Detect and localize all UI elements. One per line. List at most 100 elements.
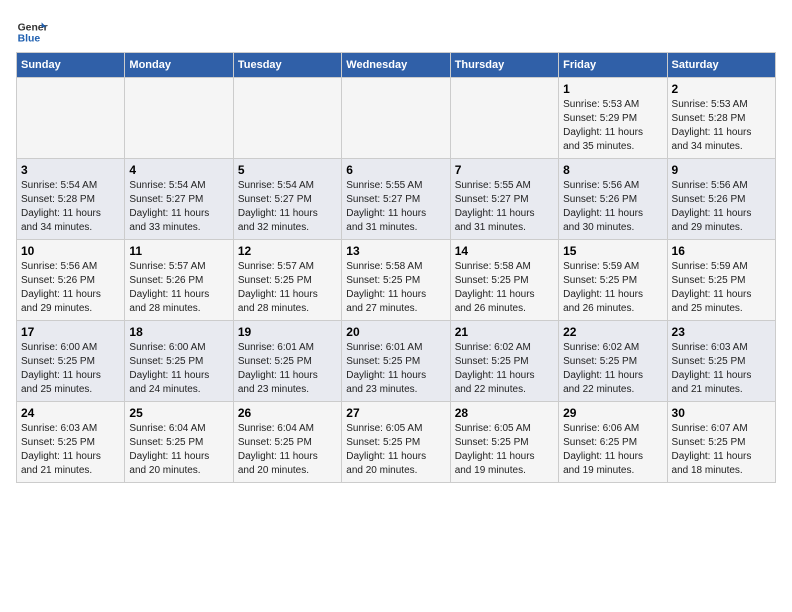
day-number: 4 bbox=[129, 163, 228, 177]
day-info: Sunrise: 5:54 AM Sunset: 5:27 PM Dayligh… bbox=[129, 179, 228, 235]
day-info: Sunrise: 6:00 AM Sunset: 5:25 PM Dayligh… bbox=[129, 341, 228, 397]
calendar-cell: 18 Sunrise: 6:00 AM Sunset: 5:25 PM Dayli… bbox=[125, 321, 233, 402]
day-number: 1 bbox=[563, 82, 662, 96]
day-info: Sunrise: 6:00 AM Sunset: 5:25 PM Dayligh… bbox=[21, 341, 120, 397]
calendar-week-row: 17Sunrise: 6:00 AM Sunset: 5:25 PM Dayli… bbox=[17, 321, 776, 402]
day-number: 28 bbox=[455, 406, 554, 420]
calendar-cell: 7Sunrise: 5:55 AM Sunset: 5:27 PM Daylig… bbox=[450, 159, 558, 240]
calendar-cell: 24Sunrise: 6:03 AM Sunset: 5:25 PM Dayli… bbox=[17, 402, 125, 483]
day-info: Sunrise: 6:06 AM Sunset: 6:25 PM Dayligh… bbox=[563, 422, 662, 478]
day-info: Sunrise: 5:57 AM Sunset: 5:25 PM Dayligh… bbox=[238, 260, 337, 316]
day-number: 10 bbox=[21, 244, 120, 258]
day-info: Sunrise: 6:04 AM Sunset: 5:25 PM Dayligh… bbox=[129, 422, 228, 478]
calendar-cell: 12 Sunrise: 5:57 AM Sunset: 5:25 PM Dayli… bbox=[233, 240, 341, 321]
calendar-cell bbox=[125, 78, 233, 159]
day-info: Sunrise: 5:55 AM Sunset: 5:27 PM Dayligh… bbox=[346, 179, 445, 235]
weekday-header: Monday bbox=[125, 53, 233, 78]
day-info: Sunrise: 5:55 AM Sunset: 5:27 PM Dayligh… bbox=[455, 179, 554, 235]
day-info: Sunrise: 5:54 AM Sunset: 5:27 PM Dayligh… bbox=[238, 179, 337, 235]
calendar-cell: 9 Sunrise: 5:56 AM Sunset: 5:26 PM Daylig… bbox=[667, 159, 775, 240]
calendar-cell: 16 Sunrise: 5:59 AM Sunset: 5:25 PM Dayli… bbox=[667, 240, 775, 321]
logo-icon: General Blue bbox=[16, 16, 48, 48]
day-info: Sunrise: 6:01 AM Sunset: 5:25 PM Dayligh… bbox=[346, 341, 445, 397]
day-number: 8 bbox=[563, 163, 662, 177]
calendar-cell bbox=[17, 78, 125, 159]
calendar-cell: 4 Sunrise: 5:54 AM Sunset: 5:27 PM Daylig… bbox=[125, 159, 233, 240]
day-number: 13 bbox=[346, 244, 445, 258]
day-info: Sunrise: 5:53 AM Sunset: 5:29 PM Dayligh… bbox=[563, 98, 662, 154]
day-info: Sunrise: 6:01 AM Sunset: 5:25 PM Dayligh… bbox=[238, 341, 337, 397]
calendar-cell: 8 Sunrise: 5:56 AM Sunset: 5:26 PM Daylig… bbox=[559, 159, 667, 240]
logo: General Blue bbox=[16, 16, 48, 48]
day-info: Sunrise: 5:58 AM Sunset: 5:25 PM Dayligh… bbox=[455, 260, 554, 316]
day-info: Sunrise: 5:56 AM Sunset: 5:26 PM Dayligh… bbox=[563, 179, 662, 235]
svg-text:General: General bbox=[18, 22, 48, 33]
calendar-cell: 30 Sunrise: 6:07 AM Sunset: 5:25 PM Dayli… bbox=[667, 402, 775, 483]
day-info: Sunrise: 6:04 AM Sunset: 5:25 PM Dayligh… bbox=[238, 422, 337, 478]
calendar-cell bbox=[342, 78, 450, 159]
calendar-cell: 2 Sunrise: 5:53 AM Sunset: 5:28 PM Daylig… bbox=[667, 78, 775, 159]
day-info: Sunrise: 6:03 AM Sunset: 5:25 PM Dayligh… bbox=[672, 341, 771, 397]
calendar-cell: 6 Sunrise: 5:55 AM Sunset: 5:27 PM Daylig… bbox=[342, 159, 450, 240]
calendar-cell: 20 Sunrise: 6:01 AM Sunset: 5:25 PM Dayli… bbox=[342, 321, 450, 402]
day-number: 2 bbox=[672, 82, 771, 96]
day-number: 21 bbox=[455, 325, 554, 339]
day-number: 6 bbox=[346, 163, 445, 177]
day-number: 19 bbox=[238, 325, 337, 339]
weekday-header: Saturday bbox=[667, 53, 775, 78]
calendar-cell: 27 Sunrise: 6:05 AM Sunset: 5:25 PM Dayli… bbox=[342, 402, 450, 483]
calendar-cell: 3Sunrise: 5:54 AM Sunset: 5:28 PM Daylig… bbox=[17, 159, 125, 240]
day-number: 25 bbox=[129, 406, 228, 420]
calendar-week-row: 3Sunrise: 5:54 AM Sunset: 5:28 PM Daylig… bbox=[17, 159, 776, 240]
weekday-header-row: SundayMondayTuesdayWednesdayThursdayFrid… bbox=[17, 53, 776, 78]
day-number: 12 bbox=[238, 244, 337, 258]
calendar-cell: 14 Sunrise: 5:58 AM Sunset: 5:25 PM Dayli… bbox=[450, 240, 558, 321]
day-number: 24 bbox=[21, 406, 120, 420]
day-info: Sunrise: 5:59 AM Sunset: 5:25 PM Dayligh… bbox=[672, 260, 771, 316]
day-info: Sunrise: 6:07 AM Sunset: 5:25 PM Dayligh… bbox=[672, 422, 771, 478]
day-number: 26 bbox=[238, 406, 337, 420]
day-number: 23 bbox=[672, 325, 771, 339]
day-number: 18 bbox=[129, 325, 228, 339]
calendar-week-row: 10Sunrise: 5:56 AM Sunset: 5:26 PM Dayli… bbox=[17, 240, 776, 321]
calendar-cell: 11 Sunrise: 5:57 AM Sunset: 5:26 PM Dayli… bbox=[125, 240, 233, 321]
day-number: 9 bbox=[672, 163, 771, 177]
weekday-header: Tuesday bbox=[233, 53, 341, 78]
day-number: 30 bbox=[672, 406, 771, 420]
day-number: 27 bbox=[346, 406, 445, 420]
weekday-header: Wednesday bbox=[342, 53, 450, 78]
day-info: Sunrise: 6:02 AM Sunset: 5:25 PM Dayligh… bbox=[563, 341, 662, 397]
day-info: Sunrise: 5:59 AM Sunset: 5:25 PM Dayligh… bbox=[563, 260, 662, 316]
weekday-header: Sunday bbox=[17, 53, 125, 78]
calendar-cell: 19 Sunrise: 6:01 AM Sunset: 5:25 PM Dayli… bbox=[233, 321, 341, 402]
calendar-cell: 25 Sunrise: 6:04 AM Sunset: 5:25 PM Dayli… bbox=[125, 402, 233, 483]
calendar-cell: 29 Sunrise: 6:06 AM Sunset: 6:25 PM Dayli… bbox=[559, 402, 667, 483]
weekday-header: Friday bbox=[559, 53, 667, 78]
calendar-cell: 1 Sunrise: 5:53 AM Sunset: 5:29 PM Daylig… bbox=[559, 78, 667, 159]
calendar-cell: 23 Sunrise: 6:03 AM Sunset: 5:25 PM Dayli… bbox=[667, 321, 775, 402]
day-number: 11 bbox=[129, 244, 228, 258]
calendar-cell: 5 Sunrise: 5:54 AM Sunset: 5:27 PM Daylig… bbox=[233, 159, 341, 240]
day-number: 22 bbox=[563, 325, 662, 339]
calendar-cell: 21Sunrise: 6:02 AM Sunset: 5:25 PM Dayli… bbox=[450, 321, 558, 402]
day-number: 14 bbox=[455, 244, 554, 258]
calendar-cell: 15Sunrise: 5:59 AM Sunset: 5:25 PM Dayli… bbox=[559, 240, 667, 321]
day-number: 29 bbox=[563, 406, 662, 420]
day-number: 3 bbox=[21, 163, 120, 177]
day-info: Sunrise: 5:56 AM Sunset: 5:26 PM Dayligh… bbox=[672, 179, 771, 235]
day-number: 16 bbox=[672, 244, 771, 258]
calendar-cell: 17Sunrise: 6:00 AM Sunset: 5:25 PM Dayli… bbox=[17, 321, 125, 402]
day-info: Sunrise: 5:53 AM Sunset: 5:28 PM Dayligh… bbox=[672, 98, 771, 154]
calendar-cell: 28 Sunrise: 6:05 AM Sunset: 5:25 PM Dayli… bbox=[450, 402, 558, 483]
day-info: Sunrise: 6:05 AM Sunset: 5:25 PM Dayligh… bbox=[455, 422, 554, 478]
day-number: 20 bbox=[346, 325, 445, 339]
day-info: Sunrise: 5:57 AM Sunset: 5:26 PM Dayligh… bbox=[129, 260, 228, 316]
calendar-table: SundayMondayTuesdayWednesdayThursdayFrid… bbox=[16, 52, 776, 483]
day-number: 5 bbox=[238, 163, 337, 177]
calendar-cell: 22 Sunrise: 6:02 AM Sunset: 5:25 PM Dayli… bbox=[559, 321, 667, 402]
calendar-cell bbox=[450, 78, 558, 159]
day-info: Sunrise: 5:58 AM Sunset: 5:25 PM Dayligh… bbox=[346, 260, 445, 316]
svg-text:Blue: Blue bbox=[18, 34, 41, 45]
day-info: Sunrise: 6:05 AM Sunset: 5:25 PM Dayligh… bbox=[346, 422, 445, 478]
calendar-week-row: 1 Sunrise: 5:53 AM Sunset: 5:29 PM Daylig… bbox=[17, 78, 776, 159]
